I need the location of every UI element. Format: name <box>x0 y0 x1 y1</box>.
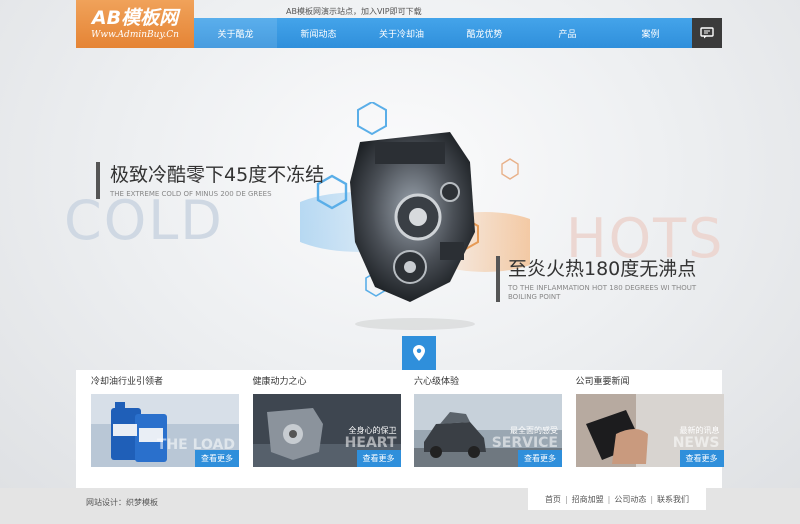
footer-link-join[interactable]: 招商加盟 <box>572 494 604 505</box>
separator: | <box>607 494 611 504</box>
site-logo[interactable]: AB模板网 Www.AdminBuy.Cn <box>76 0 194 48</box>
top-notice: AB模板网演示站点，加入VIP即可下载 <box>286 7 422 16</box>
hot-title: 至炎火热180度无沸点 <box>508 258 697 280</box>
card-tag: 全身心的保卫 HEART <box>345 425 401 451</box>
separator: | <box>650 494 654 504</box>
cold-watermark: COLD <box>64 189 224 252</box>
feature-card[interactable]: 公司重要新闻 最新的讯息 NEWS 查看更多 <box>561 370 724 488</box>
cold-title: 极致冷酷零下45度不冻结 <box>110 164 325 186</box>
card-tag-en: SERVICE <box>491 435 558 451</box>
hot-subtitle: TO THE INFLAMMATION HOT 180 DEGREES WI T… <box>508 284 697 301</box>
logo-url: Www.AdminBuy.Cn <box>91 30 179 40</box>
view-more-button[interactable]: 查看更多 <box>518 450 562 467</box>
footer-design-credit: 网站设计：织梦模板 <box>86 498 158 507</box>
feature-card[interactable]: 健康动力之心 全身心的保卫 HEART 查看更多 <box>238 370 401 488</box>
card-tag-en: HEART <box>344 435 397 451</box>
page: AB模板网 Www.AdminBuy.Cn AB模板网演示站点，加入VIP即可下… <box>0 0 800 524</box>
feature-cards: 冷却油行业引领者 THE LOAD 查看更多 健康动力之心 全身心的保卫 HEA… <box>76 370 724 488</box>
hot-title-block: 至炎火热180度无沸点 TO THE INFLAMMATION HOT 180 … <box>496 256 713 302</box>
cold-title-block: 极致冷酷零下45度不冻结 THE EXTREME COLD OF MINUS 2… <box>96 162 324 199</box>
card-title: 健康动力之心 <box>252 377 307 387</box>
card-tag-en: NEWS <box>672 435 720 451</box>
card-title: 公司重要新闻 <box>575 377 630 387</box>
card-image-engine: 全身心的保卫 HEART 查看更多 <box>252 394 401 467</box>
nav-item-advantages[interactable]: 酷龙优势 <box>443 18 526 48</box>
nav-item-news[interactable]: 新闻动态 <box>277 18 360 48</box>
card-image-phone: 最新的讯息 NEWS 查看更多 <box>575 394 724 467</box>
footer-link-home[interactable]: 首页 <box>545 494 561 505</box>
view-more-button[interactable]: 查看更多 <box>195 450 239 467</box>
nav-item-about[interactable]: 关于酷龙 <box>194 18 277 48</box>
card-image-coolant: THE LOAD 查看更多 <box>91 394 239 467</box>
view-more-button[interactable]: 查看更多 <box>679 450 724 467</box>
footer-links: 首页 | 招商加盟 | 公司动态 | 联系我们 <box>528 488 706 510</box>
footer-link-news[interactable]: 公司动态 <box>614 494 646 505</box>
nav-item-cases[interactable]: 案例 <box>609 18 692 48</box>
nav-item-coolant[interactable]: 关于冷却油 <box>360 18 443 48</box>
separator: | <box>564 494 568 504</box>
view-more-button[interactable]: 查看更多 <box>356 450 401 467</box>
cold-subtitle: THE EXTREME COLD OF MINUS 200 DE GREES <box>110 190 272 198</box>
feature-card[interactable]: 冷却油行业引领者 THE LOAD 查看更多 <box>76 370 239 488</box>
card-tag: 最新的讯息 NEWS <box>673 425 724 451</box>
location-pin-icon <box>413 345 425 361</box>
feature-card[interactable]: 六心级体验 最全面的感受 SERVICE 查看更多 <box>399 370 562 488</box>
logo-text: AB模板网 <box>91 7 179 29</box>
card-title: 冷却油行业引领者 <box>91 377 164 387</box>
card-image-car: 最全面的感受 SERVICE 查看更多 <box>414 394 562 467</box>
nav-item-products[interactable]: 产品 <box>526 18 609 48</box>
chat-button[interactable] <box>692 18 722 48</box>
main-nav: 关于酷龙 新闻动态 关于冷却油 酷龙优势 产品 案例 <box>194 18 692 48</box>
card-title: 六心级体验 <box>414 377 460 387</box>
card-tag: 最全面的感受 SERVICE <box>492 425 562 451</box>
chat-icon <box>700 27 714 39</box>
footer-link-contact[interactable]: 联系我们 <box>657 494 689 505</box>
location-pin-button[interactable] <box>402 336 436 370</box>
